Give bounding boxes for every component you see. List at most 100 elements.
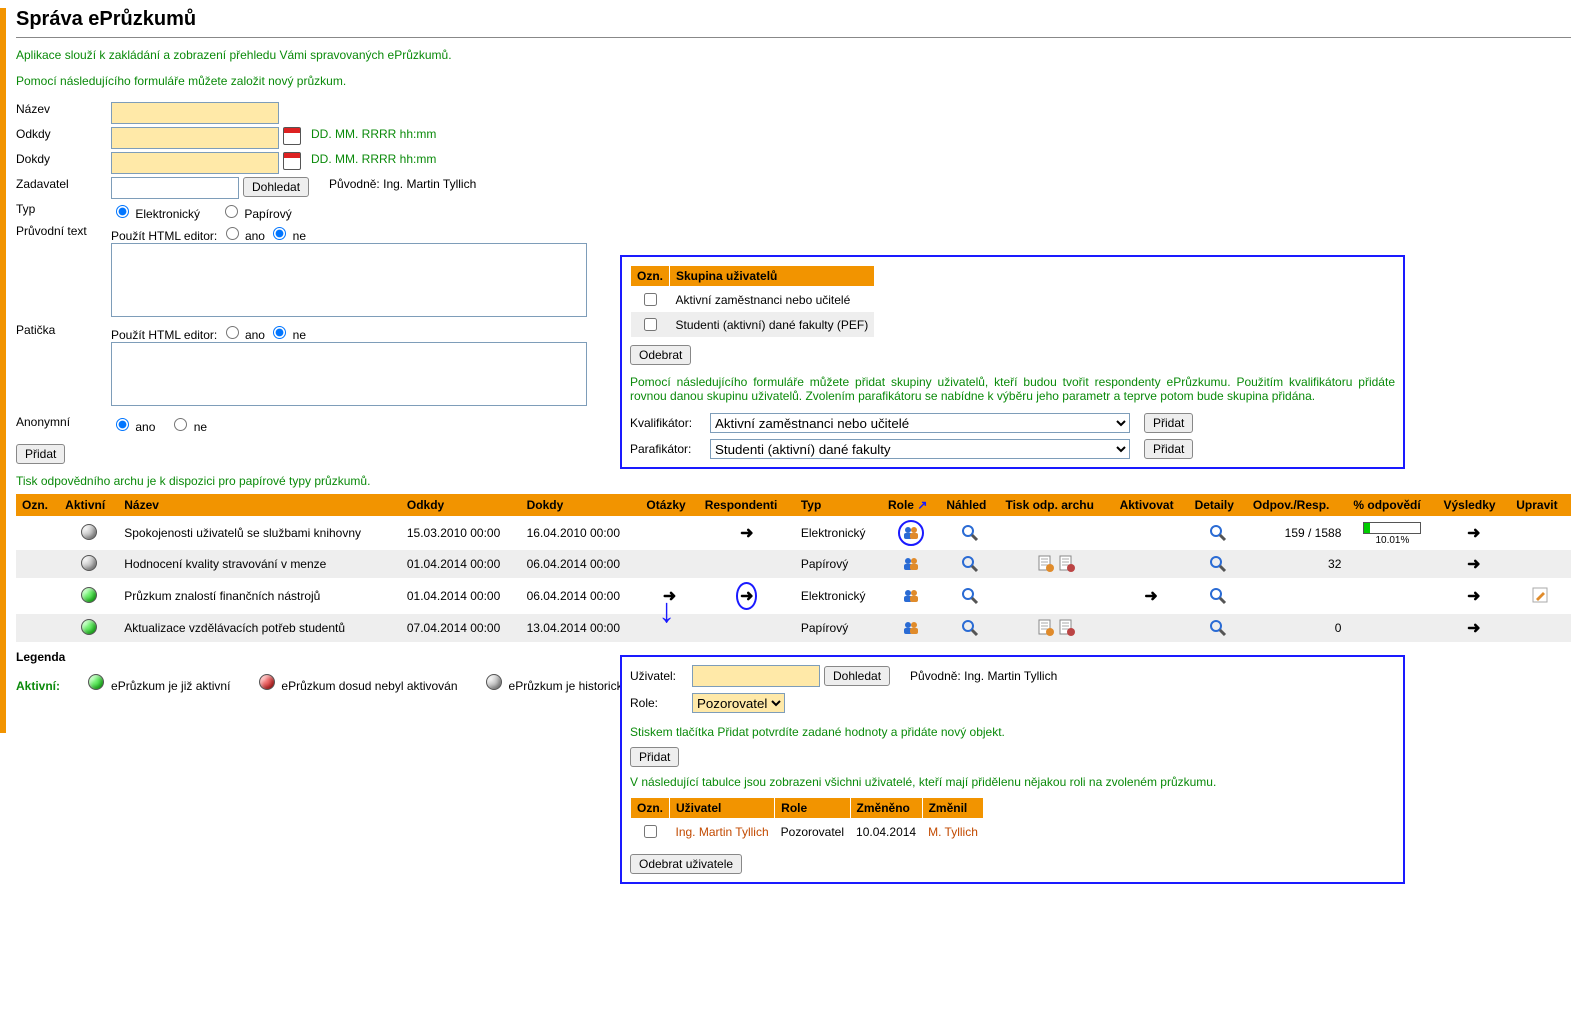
submitter-input[interactable] [111,177,239,199]
label-name: Název [16,102,111,116]
roles-popup: Uživatel: Dohledat Původně: Ing. Martin … [620,655,1405,884]
divider [16,37,1571,38]
radio-yes[interactable]: ano [111,415,155,434]
paraf-select[interactable]: Studenti (aktivní) dané fakulty [710,439,1130,459]
results-arrow-icon[interactable]: ➜ [1467,556,1480,573]
html-editor-label: Použít HTML editor: [111,229,217,243]
roles-icon-circled[interactable] [898,520,924,546]
col-2: Název [118,494,401,516]
from-input[interactable] [111,127,279,149]
download-sheet-icon[interactable] [1058,620,1076,634]
respondents-arrow-icon[interactable]: ➜ [740,525,753,542]
print-sheet-icon[interactable] [1037,620,1055,634]
radio-electronic[interactable]: Elektronický [111,202,200,221]
footer-textarea[interactable] [111,342,587,406]
radio-no[interactable]: ne [268,328,306,342]
print-sheet-icon[interactable] [1037,556,1055,570]
to-input[interactable] [111,152,279,174]
cover-textarea[interactable] [111,243,587,317]
add-qualifier-button[interactable]: Přidat [1144,413,1193,433]
remove-button[interactable]: Odebrat [630,345,691,365]
groups-table: Ozn.Skupina uživatelů Aktivní zaměstnanc… [630,265,875,337]
results-arrow-icon[interactable]: ➜ [1467,525,1480,542]
intro-text-1: Aplikace slouží k zakládání a zobrazení … [16,48,1571,62]
radio-yes[interactable]: ano [221,328,265,342]
calendar-icon[interactable] [283,127,301,145]
results-arrow-icon[interactable]: ➜ [1467,588,1480,605]
details-icon[interactable] [1209,525,1227,539]
preview-icon[interactable] [961,525,979,539]
from-date: 07.04.2014 00:00 [401,614,521,642]
radio-yes[interactable]: ano [221,229,265,243]
surveys-table: Ozn.AktivníNázevOdkdyDokdyOtázkyResponde… [16,494,1571,642]
questions-arrow-icon[interactable]: ➜ [663,588,676,605]
page-title: Správa ePrůzkumů [16,8,1571,31]
roles-table: Ozn. Uživatel Role Změněno Změnil Ing. M… [630,797,984,844]
from-date: 01.04.2014 00:00 [401,550,521,578]
radio-no[interactable]: ne [268,229,306,243]
preview-icon[interactable] [961,556,979,570]
answers-count: 0 [1247,614,1347,642]
roles-icon[interactable] [902,588,920,602]
group-row: Aktivní zaměstnanci nebo učitelé [670,287,875,313]
col-1: Aktivní [59,494,118,516]
role-row-checkbox[interactable] [644,825,657,838]
remove-user-button[interactable]: Odebrat uživatele [630,854,742,874]
col-12: Detaily [1189,494,1247,516]
origin-name: Ing. Martin Tyllich [964,669,1057,683]
label-type: Typ [16,202,111,216]
to-date: 16.04.2010 00:00 [521,516,641,550]
calendar-icon[interactable] [283,152,301,170]
role-select[interactable]: Pozorovatel [692,693,785,713]
group-checkbox[interactable] [644,318,657,331]
add-paraf-button[interactable]: Přidat [1144,439,1193,459]
label-cover: Průvodní text [16,224,111,238]
survey-type: Papírový [795,614,882,642]
roles-icon[interactable] [902,620,920,634]
progress-pct: 10.01% [1353,535,1431,546]
from-date: 15.03.2010 00:00 [401,516,521,550]
col-0: Ozn. [16,494,59,516]
name-input[interactable] [111,102,279,124]
intro-text-2: Pomocí následujícího formuláře můžete za… [16,74,1571,88]
preview-icon[interactable] [961,620,979,634]
col-3: Odkdy [401,494,521,516]
th-mark: Ozn. [631,266,670,287]
col-15: Výsledky [1438,494,1511,516]
th-group: Skupina uživatelů [670,266,875,287]
legend-red-text: ePrůzkum dosud nebyl aktivován [281,679,457,693]
radio-no[interactable]: ne [169,415,207,434]
download-sheet-icon[interactable] [1058,556,1076,570]
qualifier-select[interactable]: Aktivní zaměstnanci nebo učitelé [710,413,1130,433]
user-input[interactable] [692,665,820,687]
groups-help: Pomocí následujícího formuláře můžete př… [630,375,1395,403]
dot-red-icon [259,674,275,690]
roles-icon[interactable] [902,556,920,570]
preview-icon[interactable] [961,588,979,602]
add-button[interactable]: Přidat [630,747,679,767]
details-icon[interactable] [1209,556,1227,570]
label-anonymous: Anonymní [16,415,111,429]
role-row-user[interactable]: Ing. Martin Tyllich [670,819,775,845]
role-row-by[interactable]: M. Tyllich [922,819,984,845]
role-row-role: Pozorovatel [775,819,850,845]
group-checkbox[interactable] [644,293,657,306]
survey-name: Průzkum znalostí finančních nástrojů [118,578,401,614]
legend-active-label: Aktivní: [16,679,60,693]
results-arrow-icon[interactable]: ➜ [1467,620,1480,637]
details-icon[interactable] [1209,588,1227,602]
add-button[interactable]: Přidat [16,444,65,464]
respondents-arrow-circled-icon[interactable]: ➜ [736,582,757,610]
list-text: V následující tabulce jsou zobrazeni vši… [630,775,1395,789]
th-user: Uživatel [670,798,775,819]
search-button[interactable]: Dohledat [824,666,890,686]
search-button[interactable]: Dohledat [243,177,309,197]
dot-green-icon [88,674,104,690]
details-icon[interactable] [1209,620,1227,634]
date-hint: DD. MM. RRRR hh:mm [311,127,436,141]
edit-icon[interactable] [1532,588,1550,602]
label-qualifier: Kvalifikátor: [630,416,710,430]
radio-paper[interactable]: Papírový [220,202,292,221]
activate-arrow-icon[interactable]: ➜ [1144,588,1157,605]
label-paraf: Parafikátor: [630,442,710,456]
